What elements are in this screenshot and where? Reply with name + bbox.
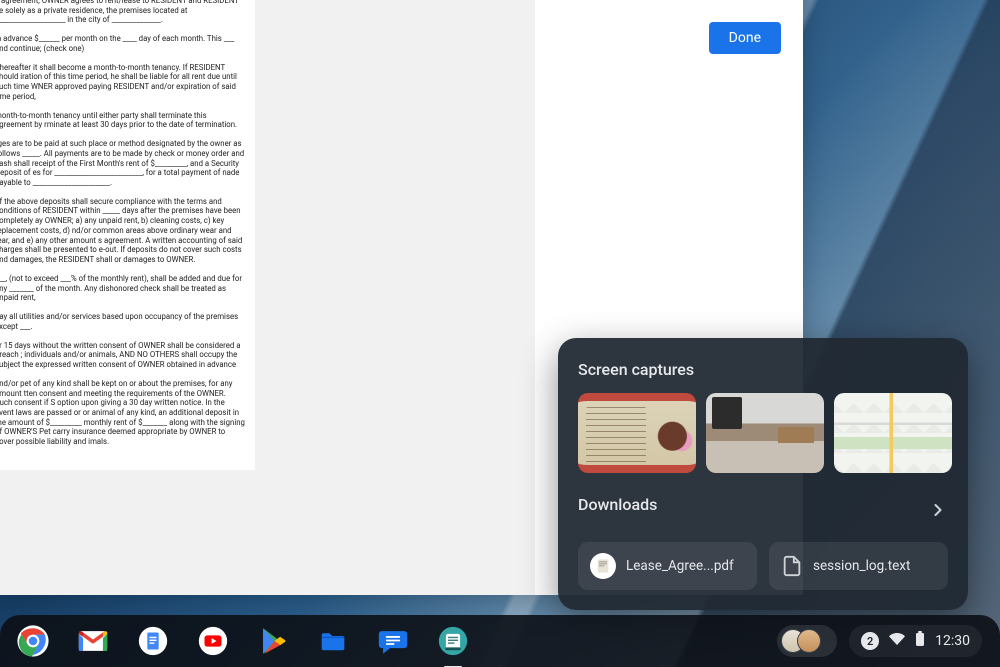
document-text: in advance $______ per month on the ____… <box>0 34 245 53</box>
holding-space-tray-icon[interactable] <box>777 625 837 657</box>
document-text: er 15 days without the written consent o… <box>0 341 245 370</box>
capture-map[interactable] <box>834 393 952 473</box>
screen-captures-row <box>578 393 948 473</box>
downloads-row: Lease_Agree...pdf session_log.text <box>578 542 948 590</box>
chrome-icon[interactable] <box>14 622 52 660</box>
download-item[interactable]: Lease_Agree...pdf <box>578 542 757 590</box>
document-text: ___, (not to exceed ___% of the monthly … <box>0 274 245 303</box>
download-item[interactable]: session_log.text <box>769 542 948 590</box>
desktop-wallpaper: s agreement, OWNER agrees to rent/lease … <box>0 0 1000 667</box>
files-icon[interactable] <box>314 622 352 660</box>
shelf: 2 12:30 <box>0 615 1000 667</box>
notification-count-badge: 2 <box>861 632 879 650</box>
play-store-icon[interactable] <box>254 622 292 660</box>
holding-space-panel: Screen captures Downloads Lease_Agree...… <box>558 338 968 610</box>
document-text: rges are to be paid at such place or met… <box>0 139 245 188</box>
document-page: s agreement, OWNER agrees to rent/lease … <box>0 0 255 595</box>
gmail-icon[interactable] <box>74 622 112 660</box>
download-label: session_log.text <box>813 558 910 574</box>
document-text: pay all utilities and/or services based … <box>0 312 245 331</box>
document-text: s agreement, OWNER agrees to rent/lease … <box>0 0 245 25</box>
battery-icon <box>915 631 925 651</box>
file-icon <box>781 555 803 577</box>
screen-captures-heading: Screen captures <box>578 360 948 379</box>
tote-app-icon[interactable] <box>434 622 472 660</box>
downloads-heading: Downloads <box>578 495 657 514</box>
done-button[interactable]: Done <box>709 22 781 54</box>
messages-icon[interactable] <box>374 622 412 660</box>
download-label: Lease_Agree...pdf <box>626 558 734 574</box>
clock: 12:30 <box>935 633 970 649</box>
pdf-thumbnail-icon <box>590 553 616 579</box>
document-preview-pane[interactable]: s agreement, OWNER agrees to rent/lease … <box>0 0 535 595</box>
chevron-right-icon[interactable] <box>928 500 948 524</box>
docs-icon[interactable] <box>134 622 172 660</box>
document-text: and/or pet of any kind shall be kept on … <box>0 379 245 447</box>
wifi-icon <box>889 631 905 651</box>
capture-recipe-card[interactable] <box>578 393 696 473</box>
document-text: of the above deposits shall secure compl… <box>0 197 245 265</box>
youtube-icon[interactable] <box>194 622 232 660</box>
status-tray[interactable]: 2 12:30 <box>849 625 982 657</box>
capture-kitchen-photo[interactable] <box>706 393 824 473</box>
document-text: month-to-month tenancy until either part… <box>0 111 245 130</box>
document-text: Thereafter it shall become a month-to-mo… <box>0 63 245 102</box>
